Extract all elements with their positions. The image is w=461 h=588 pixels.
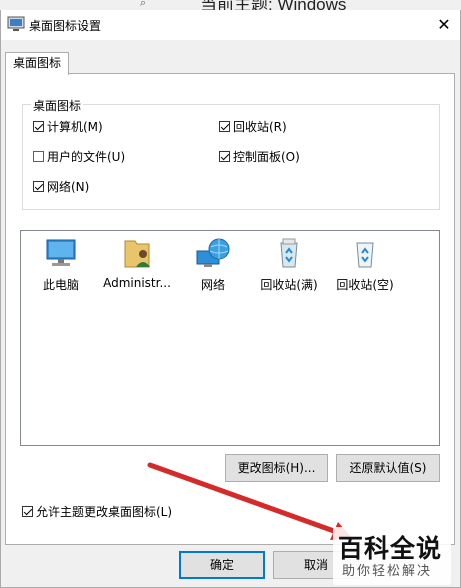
checkbox-box[interactable] [219,120,230,132]
icon-item-recycle-bin-empty[interactable]: 回收站(空) [327,237,403,293]
checkbox-label: 允许主题更改桌面图标(L) [36,504,173,519]
title-bar[interactable]: 桌面图标设置 ✕ [1,10,460,40]
icon-item-recycle-bin-full[interactable]: 回收站(满) [251,237,327,293]
icon-label: 此电脑 [42,278,79,292]
tab-desktop-icons[interactable]: 桌面图标 [5,52,69,75]
icon-label: 网络 [200,278,225,292]
background-window: ⌕ 当前主题: Windows [0,0,461,10]
ok-button[interactable]: 确定 [179,551,265,579]
checkbox-recycle-bin[interactable]: 回收站(R) [219,117,287,135]
close-button[interactable]: ✕ [431,12,457,38]
checkbox-network[interactable]: 网络(N) [33,177,89,195]
icon-item-this-pc[interactable]: 此电脑 [23,237,99,293]
checkbox-box[interactable] [33,150,44,162]
tab-panel: 桌面图标 计算机(M) 回收站(R) 用户的文件(U) 控制面板(O) 网络(N… [5,73,455,545]
computer-icon [46,239,76,266]
watermark: 百科全说 助你轻松解决 [333,527,451,585]
checkbox-label: 控制面板(O) [233,149,300,164]
checkbox-computer[interactable]: 计算机(M) [33,117,103,135]
icon-item-user-files[interactable]: Administr... [99,237,175,290]
user-folder-icon [124,240,150,268]
dialog-title: 桌面图标设置 [29,19,102,33]
watermark-sub: 助你轻松解决 [342,564,433,579]
checkbox-label: 回收站(R) [233,119,287,134]
icon-label: 回收站(满) [260,278,318,292]
search-icon: ⌕ [140,0,147,9]
checkbox-label: 计算机(M) [47,119,103,134]
checkbox-allow-themes[interactable]: 允许主题更改桌面图标(L) [22,502,172,520]
change-icon-button[interactable]: 更改图标(H)... [225,454,328,482]
group-title: 桌面图标 [31,97,84,114]
icon-item-network[interactable]: 网络 [175,237,251,293]
network-icon [196,238,230,267]
icon-label: Administr... [103,276,171,290]
restore-default-button[interactable]: 还原默认值(S) [336,454,440,482]
desktop-icons-group: 桌面图标 计算机(M) 回收站(R) 用户的文件(U) 控制面板(O) 网络(N… [22,97,440,210]
desktop-settings-icon [7,16,25,31]
checkbox-label: 网络(N) [47,179,90,194]
checkbox-box[interactable] [33,120,44,132]
desktop-icon-settings-dialog: 桌面图标设置 ✕ 桌面图标 桌面图标 计算机(M) 回收站(R) 用户的文件(U… [0,10,461,588]
checkbox-box[interactable] [22,505,33,517]
checkbox-box[interactable] [219,150,230,162]
icon-label: 回收站(空) [336,278,394,292]
recycle-bin-full-icon [280,238,298,268]
recycle-bin-empty-icon [356,242,374,268]
checkbox-user-files[interactable]: 用户的文件(U) [33,147,125,165]
checkbox-label: 用户的文件(U) [47,149,126,164]
icon-list[interactable]: 此电脑 Administr... 网络 回收站(满) 回收站(空) [20,230,440,446]
background-window-title: 当前主题: Windows [200,0,347,10]
checkbox-control-panel[interactable]: 控制面板(O) [219,147,300,165]
checkbox-box[interactable] [33,180,44,192]
